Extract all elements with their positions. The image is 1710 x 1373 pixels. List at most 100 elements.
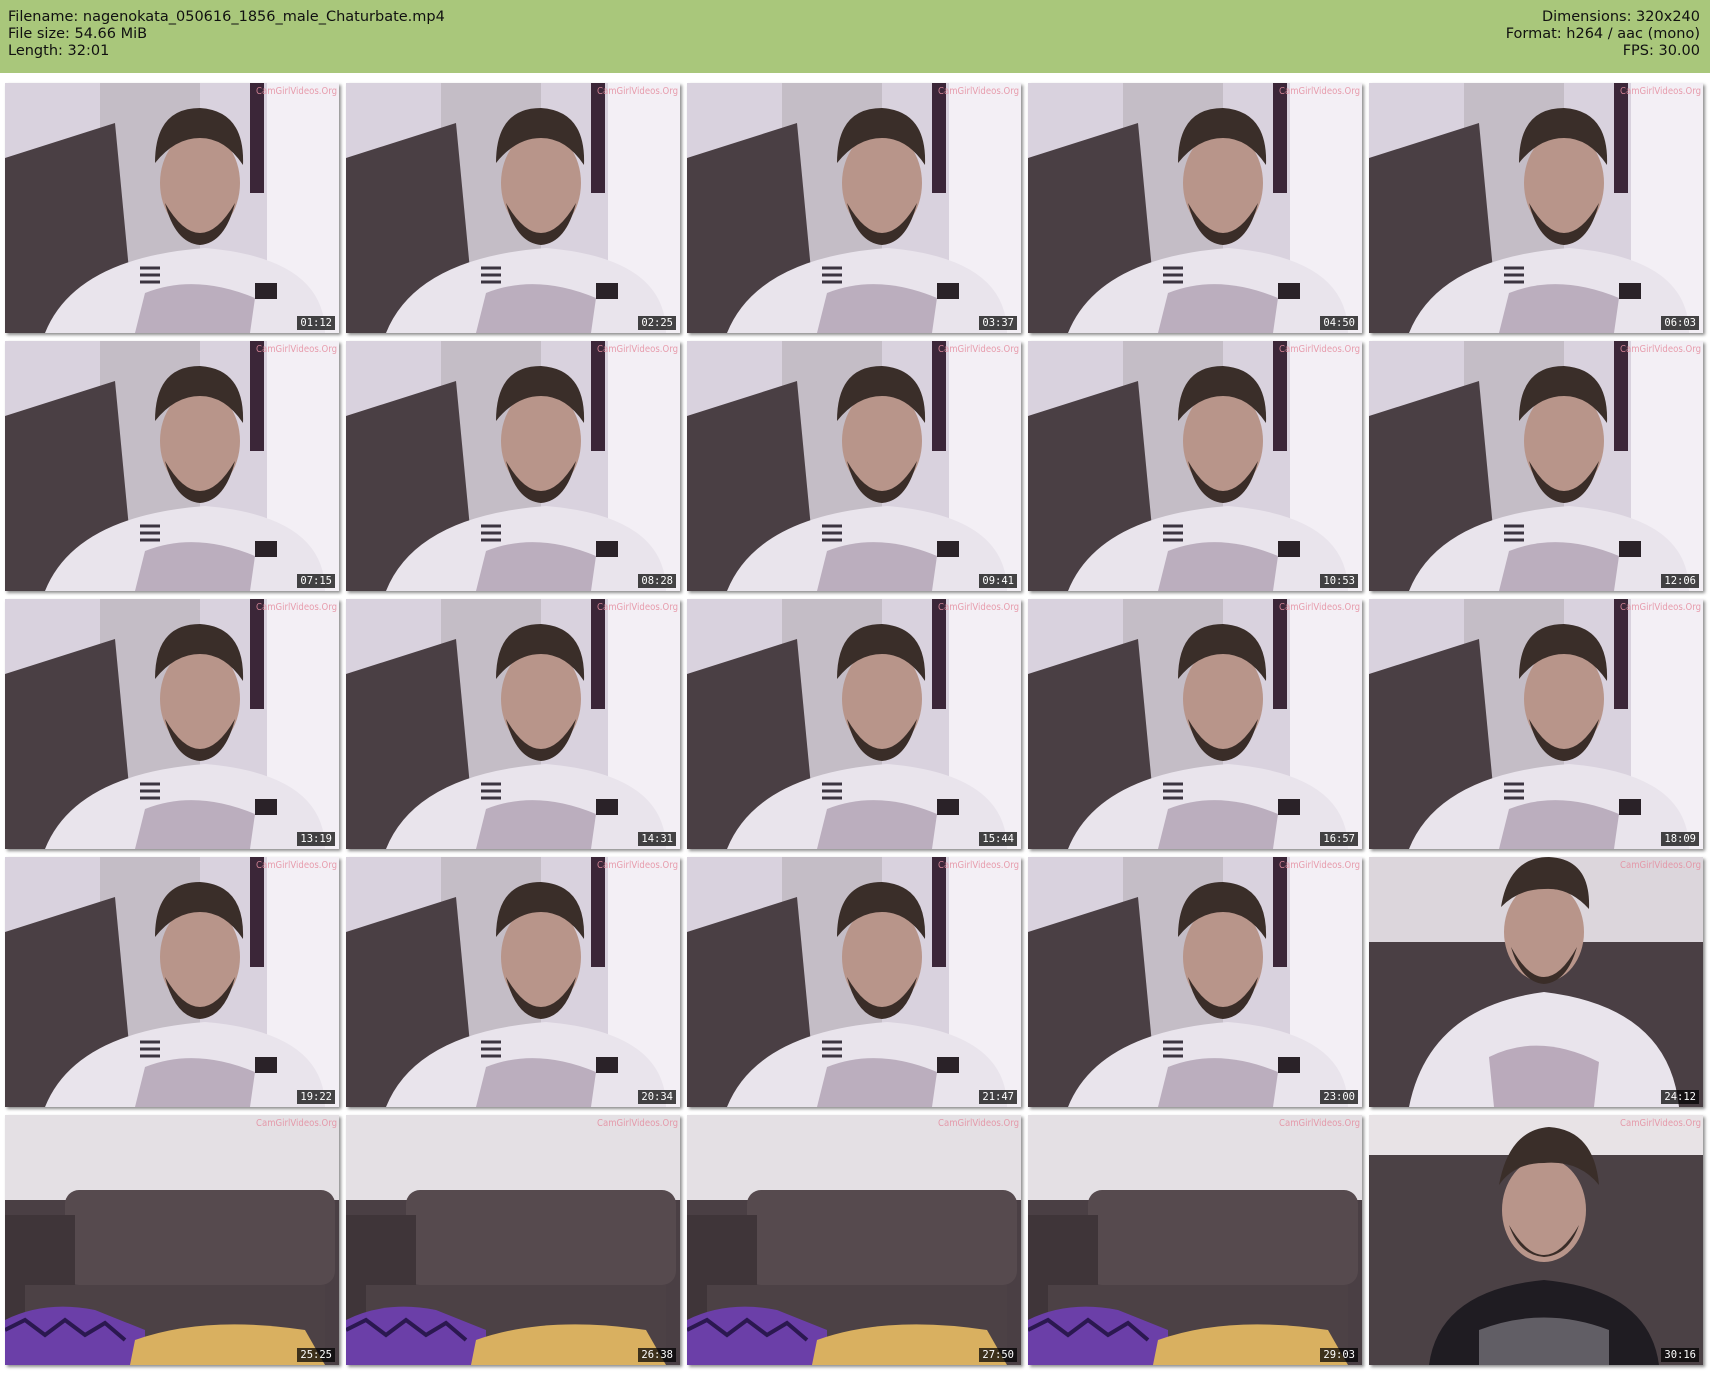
watermark-label: CamGirlVideos.Org <box>596 602 678 613</box>
watermark-label: CamGirlVideos.Org <box>596 344 678 355</box>
thumbnail-frame: CamGirlVideos.Org 15:44 <box>687 599 1021 849</box>
frame-image <box>1028 1115 1362 1365</box>
frame-image <box>5 83 339 333</box>
timestamp-label: 16:57 <box>1320 832 1358 846</box>
timestamp-label: 14:31 <box>638 832 676 846</box>
frame-image <box>5 599 339 849</box>
frame-image <box>1369 599 1703 849</box>
frame-image <box>1028 83 1362 333</box>
watermark-label: CamGirlVideos.Org <box>937 1118 1019 1129</box>
frame-image <box>687 599 1021 849</box>
timestamp-label: 07:15 <box>297 574 335 588</box>
timestamp-label: 29:03 <box>1320 1348 1358 1362</box>
timestamp-label: 18:09 <box>1661 832 1699 846</box>
timestamp-label: 19:22 <box>297 1090 335 1104</box>
thumbnail-frame: CamGirlVideos.Org 09:41 <box>687 341 1021 591</box>
timestamp-label: 21:47 <box>979 1090 1017 1104</box>
watermark-label: CamGirlVideos.Org <box>1278 86 1360 97</box>
frame-image <box>346 341 680 591</box>
watermark-label: CamGirlVideos.Org <box>1619 86 1701 97</box>
frame-image <box>687 341 1021 591</box>
thumbnail-frame: CamGirlVideos.Org 27:50 <box>687 1115 1021 1365</box>
timestamp-label: 13:19 <box>297 832 335 846</box>
timestamp-label: 10:53 <box>1320 574 1358 588</box>
watermark-label: CamGirlVideos.Org <box>255 86 337 97</box>
watermark-label: CamGirlVideos.Org <box>1619 1118 1701 1129</box>
frame-image <box>687 83 1021 333</box>
thumbnail-frame: CamGirlVideos.Org 03:37 <box>687 83 1021 333</box>
thumbnail-frame: CamGirlVideos.Org 21:47 <box>687 857 1021 1107</box>
thumbnail-frame: CamGirlVideos.Org 12:06 <box>1369 341 1703 591</box>
thumbnail-frame: CamGirlVideos.Org 18:09 <box>1369 599 1703 849</box>
timestamp-label: 20:34 <box>638 1090 676 1104</box>
watermark-label: CamGirlVideos.Org <box>1619 860 1701 871</box>
watermark-label: CamGirlVideos.Org <box>1278 344 1360 355</box>
watermark-label: CamGirlVideos.Org <box>596 1118 678 1129</box>
timestamp-label: 23:00 <box>1320 1090 1358 1104</box>
frame-image <box>687 1115 1021 1365</box>
frame-image <box>5 857 339 1107</box>
thumbnail-frame: CamGirlVideos.Org 13:19 <box>5 599 339 849</box>
timestamp-label: 06:03 <box>1661 316 1699 330</box>
watermark-label: CamGirlVideos.Org <box>1278 860 1360 871</box>
thumbnail-frame: CamGirlVideos.Org 25:25 <box>5 1115 339 1365</box>
frame-image <box>1028 599 1362 849</box>
thumbnail-frame: CamGirlVideos.Org 01:12 <box>5 83 339 333</box>
timestamp-label: 04:50 <box>1320 316 1358 330</box>
watermark-label: CamGirlVideos.Org <box>937 860 1019 871</box>
timestamp-label: 25:25 <box>297 1348 335 1362</box>
frame-image <box>1028 857 1362 1107</box>
thumbnail-frame: CamGirlVideos.Org 06:03 <box>1369 83 1703 333</box>
timestamp-label: 15:44 <box>979 832 1017 846</box>
timestamp-label: 27:50 <box>979 1348 1017 1362</box>
watermark-label: CamGirlVideos.Org <box>255 860 337 871</box>
timestamp-label: 26:38 <box>638 1348 676 1362</box>
timestamp-label: 03:37 <box>979 316 1017 330</box>
timestamp-label: 09:41 <box>979 574 1017 588</box>
watermark-label: CamGirlVideos.Org <box>937 344 1019 355</box>
watermark-label: CamGirlVideos.Org <box>255 1118 337 1129</box>
thumbnail-frame: CamGirlVideos.Org 19:22 <box>5 857 339 1107</box>
timestamp-label: 01:12 <box>297 316 335 330</box>
thumbnail-frame: CamGirlVideos.Org 24:12 <box>1369 857 1703 1107</box>
frame-image <box>346 1115 680 1365</box>
frame-image <box>1369 341 1703 591</box>
frame-image <box>687 857 1021 1107</box>
frame-image <box>5 341 339 591</box>
frame-image <box>1369 83 1703 333</box>
frame-image <box>1369 857 1703 1107</box>
thumbnail-frame: CamGirlVideos.Org 04:50 <box>1028 83 1362 333</box>
timestamp-label: 08:28 <box>638 574 676 588</box>
timestamp-label: 12:06 <box>1661 574 1699 588</box>
thumbnail-frame: CamGirlVideos.Org 23:00 <box>1028 857 1362 1107</box>
thumbnail-frame: CamGirlVideos.Org 26:38 <box>346 1115 680 1365</box>
frame-image <box>346 599 680 849</box>
thumbnail-frame: CamGirlVideos.Org 29:03 <box>1028 1115 1362 1365</box>
timestamp-label: 02:25 <box>638 316 676 330</box>
thumbnail-frame: CamGirlVideos.Org 30:16 <box>1369 1115 1703 1365</box>
watermark-label: CamGirlVideos.Org <box>937 602 1019 613</box>
watermark-label: CamGirlVideos.Org <box>255 602 337 613</box>
watermark-label: CamGirlVideos.Org <box>596 86 678 97</box>
watermark-label: CamGirlVideos.Org <box>596 860 678 871</box>
timestamp-label: 30:16 <box>1661 1348 1699 1362</box>
watermark-label: CamGirlVideos.Org <box>1619 602 1701 613</box>
frame-image <box>1028 341 1362 591</box>
thumbnail-frame: CamGirlVideos.Org 10:53 <box>1028 341 1362 591</box>
frame-image <box>5 1115 339 1365</box>
watermark-label: CamGirlVideos.Org <box>937 86 1019 97</box>
frame-image <box>1369 1115 1703 1365</box>
thumbnail-frame: CamGirlVideos.Org 07:15 <box>5 341 339 591</box>
frame-image <box>346 83 680 333</box>
thumbnail-frame: CamGirlVideos.Org 08:28 <box>346 341 680 591</box>
watermark-label: CamGirlVideos.Org <box>1278 602 1360 613</box>
thumbnail-frame: CamGirlVideos.Org 14:31 <box>346 599 680 849</box>
watermark-label: CamGirlVideos.Org <box>1278 1118 1360 1129</box>
thumbnail-frame: CamGirlVideos.Org 16:57 <box>1028 599 1362 849</box>
watermark-label: CamGirlVideos.Org <box>255 344 337 355</box>
thumbnail-frame: CamGirlVideos.Org 20:34 <box>346 857 680 1107</box>
thumbnail-frame: CamGirlVideos.Org 02:25 <box>346 83 680 333</box>
thumbnail-grid: CamGirlVideos.Org 01:12 CamGirlVideos.Org… <box>0 0 1710 1373</box>
frame-image <box>346 857 680 1107</box>
timestamp-label: 24:12 <box>1661 1090 1699 1104</box>
